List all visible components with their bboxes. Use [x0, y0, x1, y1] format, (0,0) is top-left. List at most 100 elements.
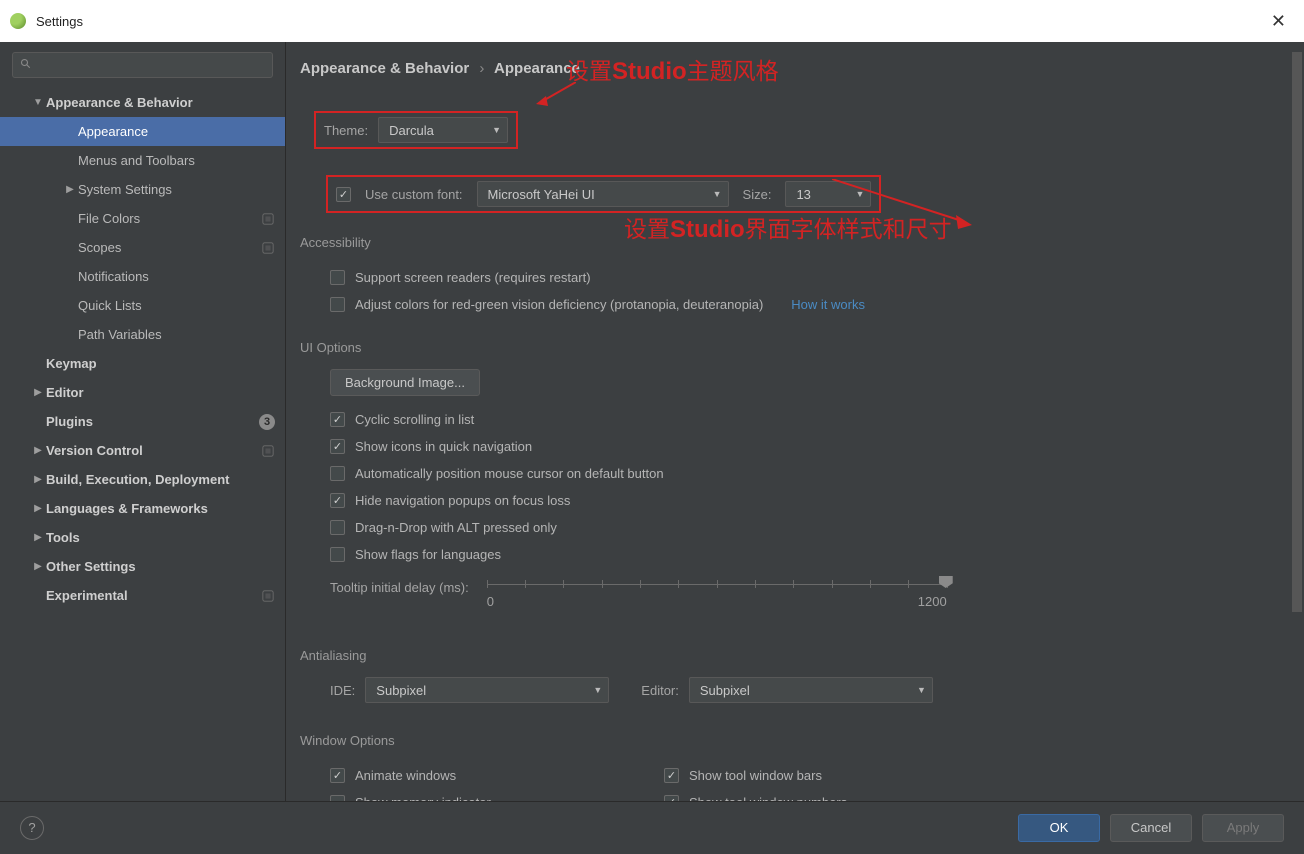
- tooltip-delay-label: Tooltip initial delay (ms):: [330, 578, 469, 595]
- tree-label: Appearance & Behavior: [46, 95, 275, 110]
- chevron-down-icon: ▼: [492, 125, 501, 135]
- tree-row-menus-and-toolbars[interactable]: Menus and Toolbars: [0, 146, 285, 175]
- ui-opt-2-label: Automatically position mouse cursor on d…: [355, 466, 664, 481]
- win-opt-label: Show tool window numbers: [689, 795, 847, 801]
- tree-label: Menus and Toolbars: [78, 153, 275, 168]
- tree-row-path-variables[interactable]: Path Variables: [0, 320, 285, 349]
- tree-label: Quick Lists: [78, 298, 275, 313]
- aa-editor-label: Editor:: [641, 683, 679, 698]
- tree-row-other-settings[interactable]: ▶Other Settings: [0, 552, 285, 581]
- aa-ide-select[interactable]: Subpixel ▼: [365, 677, 609, 703]
- use-custom-font-checkbox[interactable]: ✓: [336, 187, 351, 202]
- chevron-right-icon: ▶: [30, 532, 46, 543]
- tree-row-notifications[interactable]: Notifications: [0, 262, 285, 291]
- apply-button[interactable]: Apply: [1202, 814, 1284, 842]
- color-deficiency-label: Adjust colors for red-green vision defic…: [355, 297, 763, 312]
- tree-label: Plugins: [46, 414, 259, 429]
- search-input[interactable]: [12, 52, 273, 78]
- font-size-label: Size:: [743, 187, 772, 202]
- aa-ide-label: IDE:: [330, 683, 355, 698]
- footer: ? OK Cancel Apply: [0, 801, 1304, 853]
- aa-editor-select[interactable]: Subpixel ▼: [689, 677, 933, 703]
- tree-label: Version Control: [46, 443, 261, 458]
- chevron-right-icon: ▶: [30, 503, 46, 514]
- slider-thumb-icon[interactable]: [939, 576, 953, 588]
- ok-button[interactable]: OK: [1018, 814, 1100, 842]
- tree-label: Path Variables: [78, 327, 275, 342]
- ui-opt-0-label: Cyclic scrolling in list: [355, 412, 474, 427]
- win-opt-label: Show memory indicator: [355, 795, 491, 801]
- win-opt-label: Show tool window bars: [689, 768, 822, 783]
- breadcrumb: Appearance & Behavior › Appearance: [300, 60, 1276, 77]
- theme-label: Theme:: [324, 123, 368, 138]
- tree-label: Build, Execution, Deployment: [46, 472, 275, 487]
- ui-opt-2-checkbox[interactable]: [330, 466, 345, 481]
- color-deficiency-checkbox[interactable]: [330, 297, 345, 312]
- use-custom-font-label: Use custom font:: [365, 187, 463, 202]
- ui-opt-4-checkbox[interactable]: [330, 520, 345, 535]
- tree-row-file-colors[interactable]: File Colors: [0, 204, 285, 233]
- tree-row-keymap[interactable]: Keymap: [0, 349, 285, 378]
- help-button[interactable]: ?: [20, 816, 44, 840]
- tree-row-system-settings[interactable]: ▶System Settings: [0, 175, 285, 204]
- background-image-button[interactable]: Background Image...: [330, 369, 480, 396]
- tree-row-appearance[interactable]: Appearance: [0, 117, 285, 146]
- how-it-works-link[interactable]: How it works: [791, 297, 865, 312]
- breadcrumb-current: Appearance: [494, 60, 580, 77]
- tree-row-scopes[interactable]: Scopes: [0, 233, 285, 262]
- ui-opt-0-checkbox[interactable]: ✓: [330, 412, 345, 427]
- chevron-down-icon: ▼: [856, 189, 865, 199]
- chevron-down-icon: ▼: [713, 189, 722, 199]
- breadcrumb-root: Appearance & Behavior: [300, 60, 469, 77]
- ui-opt-5-label: Show flags for languages: [355, 547, 501, 562]
- tooltip-delay-slider[interactable]: 0 1200: [487, 578, 947, 614]
- tree-row-plugins[interactable]: Plugins3: [0, 407, 285, 436]
- ui-opt-5-checkbox[interactable]: [330, 547, 345, 562]
- tree-row-tools[interactable]: ▶Tools: [0, 523, 285, 552]
- ui-opt-1-checkbox[interactable]: ✓: [330, 439, 345, 454]
- font-size-select[interactable]: 13 ▼: [785, 181, 871, 207]
- close-icon[interactable]: ✕: [1263, 7, 1294, 36]
- chevron-right-icon: ▶: [30, 387, 46, 398]
- window-title: Settings: [36, 14, 1263, 29]
- tree-label: Tools: [46, 530, 275, 545]
- tree-row-appearance-behavior[interactable]: ▼Appearance & Behavior: [0, 88, 285, 117]
- content-pane: Appearance & Behavior › Appearance 设置Stu…: [286, 42, 1304, 801]
- font-family-select[interactable]: Microsoft YaHei UI ▼: [477, 181, 729, 207]
- screen-readers-label: Support screen readers (requires restart…: [355, 270, 591, 285]
- tree-row-languages-frameworks[interactable]: ▶Languages & Frameworks: [0, 494, 285, 523]
- ui-opt-1-label: Show icons in quick navigation: [355, 439, 532, 454]
- win-opt-checkbox[interactable]: ✓: [664, 768, 679, 783]
- scrollbar[interactable]: [1292, 52, 1302, 791]
- tree-label: Editor: [46, 385, 275, 400]
- win-opt-checkbox[interactable]: [330, 795, 345, 801]
- tree-label: Experimental: [46, 588, 261, 603]
- theme-select[interactable]: Darcula ▼: [378, 117, 508, 143]
- badge: 3: [259, 414, 275, 430]
- project-scope-icon: [261, 241, 275, 255]
- tree-label: Scopes: [78, 240, 261, 255]
- app-icon: [10, 13, 26, 29]
- tree-label: File Colors: [78, 211, 261, 226]
- annotation-arrow-icon: [536, 82, 576, 112]
- chevron-right-icon: ▶: [30, 474, 46, 485]
- titlebar: Settings ✕: [0, 0, 1304, 42]
- win-opt-checkbox[interactable]: ✓: [330, 768, 345, 783]
- tree-row-build-execution-deployment[interactable]: ▶Build, Execution, Deployment: [0, 465, 285, 494]
- tree-row-quick-lists[interactable]: Quick Lists: [0, 291, 285, 320]
- ui-opt-3-checkbox[interactable]: ✓: [330, 493, 345, 508]
- tree-row-editor[interactable]: ▶Editor: [0, 378, 285, 407]
- tree-row-version-control[interactable]: ▶Version Control: [0, 436, 285, 465]
- window-options-section-title: Window Options: [300, 733, 1276, 748]
- tree-label: Other Settings: [46, 559, 275, 574]
- sidebar: ▼Appearance & BehaviorAppearance Menus an…: [0, 42, 286, 801]
- win-opt-checkbox[interactable]: ✓: [664, 795, 679, 801]
- tree-row-experimental[interactable]: Experimental: [0, 581, 285, 610]
- tree-label: System Settings: [78, 182, 275, 197]
- theme-highlight-box: Theme: Darcula ▼: [314, 111, 518, 149]
- settings-tree: ▼Appearance & BehaviorAppearance Menus an…: [0, 86, 285, 801]
- ui-options-section-title: UI Options: [300, 340, 1276, 355]
- cancel-button[interactable]: Cancel: [1110, 814, 1192, 842]
- chevron-right-icon: ▶: [30, 445, 46, 456]
- screen-readers-checkbox[interactable]: [330, 270, 345, 285]
